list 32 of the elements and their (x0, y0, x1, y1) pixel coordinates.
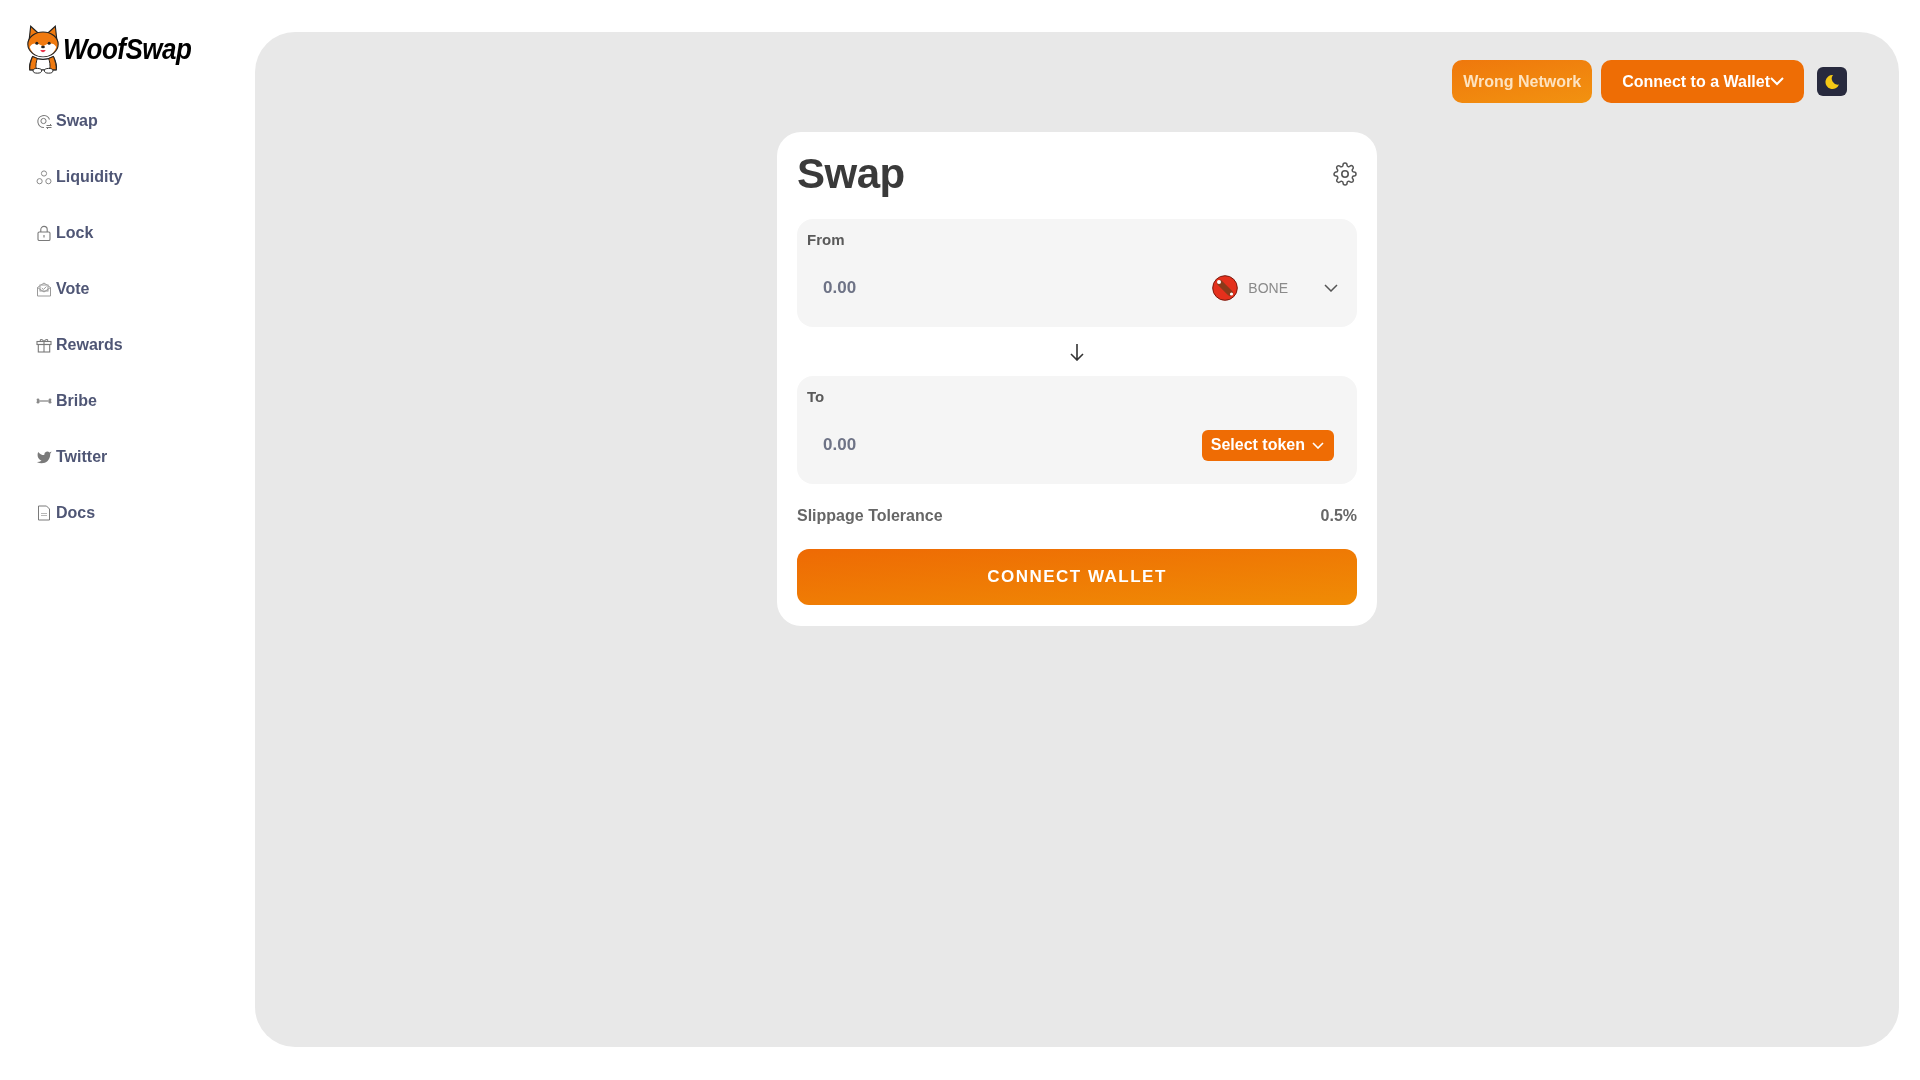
theme-toggle-button[interactable] (1817, 67, 1847, 96)
nav-link[interactable]: Rewards (25, 317, 123, 373)
slippage-value: 0.5% (1320, 507, 1357, 525)
nav-link[interactable]: Swap (25, 93, 98, 149)
nav-link[interactable]: Vote (25, 261, 90, 317)
panel-label: To (807, 387, 825, 407)
amount-input[interactable]: 0.00 (807, 430, 1202, 460)
bird-icon (36, 449, 52, 465)
chevron-down-icon (1324, 284, 1338, 292)
nav-link[interactable]: Docs (25, 485, 96, 541)
panel-label: From (807, 230, 845, 250)
arrow-down-icon[interactable] (1069, 342, 1085, 361)
nav-link[interactable]: Bribe (25, 373, 97, 429)
nav-link[interactable]: Twitter (25, 429, 108, 485)
amount-input[interactable]: 0.00 (807, 273, 1213, 303)
bone-coin-icon (1212, 275, 1239, 301)
ballot-box-icon (36, 281, 52, 297)
three-circles-icon (36, 169, 52, 185)
slippage-label: Slippage Tolerance (797, 507, 943, 525)
coin-swap-icon (36, 113, 52, 129)
chevron-down-icon (1312, 441, 1324, 449)
brand-name: WoofSwap (63, 32, 192, 66)
lock-icon (36, 225, 52, 241)
settings-icon[interactable] (1333, 162, 1357, 186)
dog-mascot-icon (25, 24, 61, 74)
moon-icon (1824, 73, 1840, 90)
card-title: Swap (797, 152, 905, 196)
document-icon (36, 505, 52, 521)
caret-icon (1770, 77, 1784, 86)
nav-link[interactable]: Liquidity (25, 149, 123, 205)
nav-link[interactable]: Lock (25, 205, 94, 261)
gift-icon (36, 337, 52, 353)
